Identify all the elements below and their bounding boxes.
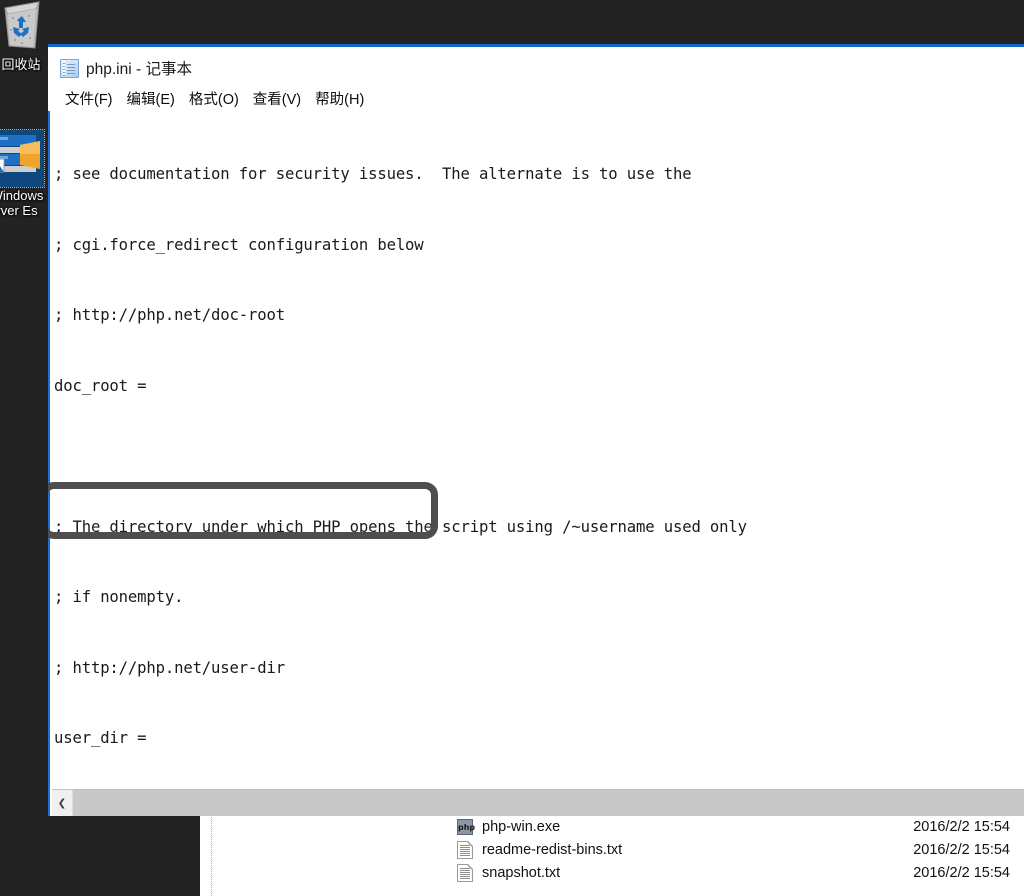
explorer-window[interactable]: php php-win.exe 2016/2/2 15:54 readme-re… <box>200 812 1024 896</box>
text-line: ; The directory under which PHP opens th… <box>54 517 747 536</box>
text-line: ; if nonempty. <box>54 588 184 606</box>
desktop-icon-label-line1: Windows <box>0 188 44 203</box>
file-date: 2016/2/2 15:54 <box>913 818 1010 835</box>
desktop-icon-label: 回收站 <box>1 57 41 72</box>
text-file-icon <box>457 863 473 882</box>
notepad-body[interactable]: ; see documentation for security issues.… <box>48 111 1024 816</box>
text-line: ; http://php.net/doc-root <box>54 306 285 324</box>
file-name: php-win.exe <box>482 818 561 835</box>
desktop-icon-recycle-bin[interactable]: 回收站 <box>0 0 48 72</box>
windows-server-essentials-icon <box>0 129 45 188</box>
text-line: user_dir = <box>54 729 147 747</box>
recycle-bin-icon <box>0 0 48 56</box>
window-title: php.ini - 记事本 <box>86 61 192 78</box>
file-list-row[interactable]: php php-win.exe 2016/2/2 15:54 <box>212 815 1024 838</box>
scroll-left-arrow-icon[interactable]: ❮ <box>52 790 73 816</box>
explorer-navigation-pane <box>200 815 212 896</box>
menu-bar[interactable]: 文件(F) 编辑(E) 格式(O) 查看(V) 帮助(H) <box>48 85 1024 113</box>
text-line: ; see documentation for security issues.… <box>54 165 692 183</box>
notepad-icon <box>60 58 79 78</box>
file-date: 2016/2/2 15:54 <box>913 841 1010 858</box>
text-line: ; cgi.force_redirect configuration below <box>54 235 424 254</box>
desktop-icon-label-line2: rver Es <box>0 203 38 218</box>
php-exe-icon: php <box>457 818 475 835</box>
file-list[interactable]: php php-win.exe 2016/2/2 15:54 readme-re… <box>212 815 1024 884</box>
text-line: ; http://php.net/user-dir <box>54 658 285 677</box>
menu-item-file[interactable]: 文件(F) <box>58 88 120 109</box>
desktop-icon-windows-server-essentials[interactable]: Windows rver Es <box>0 129 45 218</box>
horizontal-scrollbar[interactable]: ❮ <box>52 789 1024 816</box>
menu-item-view[interactable]: 查看(V) <box>246 88 308 109</box>
menu-item-edit[interactable]: 编辑(E) <box>120 88 182 109</box>
notepad-window[interactable]: php.ini - 记事本 文件(F) 编辑(E) 格式(O) 查看(V) 帮助… <box>48 44 1024 816</box>
text-line <box>54 445 1024 469</box>
file-name: snapshot.txt <box>482 864 561 881</box>
notepad-title-bar[interactable]: php.ini - 记事本 <box>48 47 1024 85</box>
menu-item-format[interactable]: 格式(O) <box>182 88 246 109</box>
menu-item-help[interactable]: 帮助(H) <box>308 88 371 109</box>
text-line: doc_root = <box>54 376 147 395</box>
file-date: 2016/2/2 15:54 <box>913 864 1010 881</box>
file-list-row[interactable]: snapshot.txt 2016/2/2 15:54 <box>212 861 1024 884</box>
text-file-icon <box>457 840 473 859</box>
file-list-row[interactable]: readme-redist-bins.txt 2016/2/2 15:54 <box>212 838 1024 861</box>
text-editor-area[interactable]: ; see documentation for security issues.… <box>52 111 1024 790</box>
scrollbar-track[interactable] <box>73 790 1024 816</box>
file-name: readme-redist-bins.txt <box>482 841 623 858</box>
